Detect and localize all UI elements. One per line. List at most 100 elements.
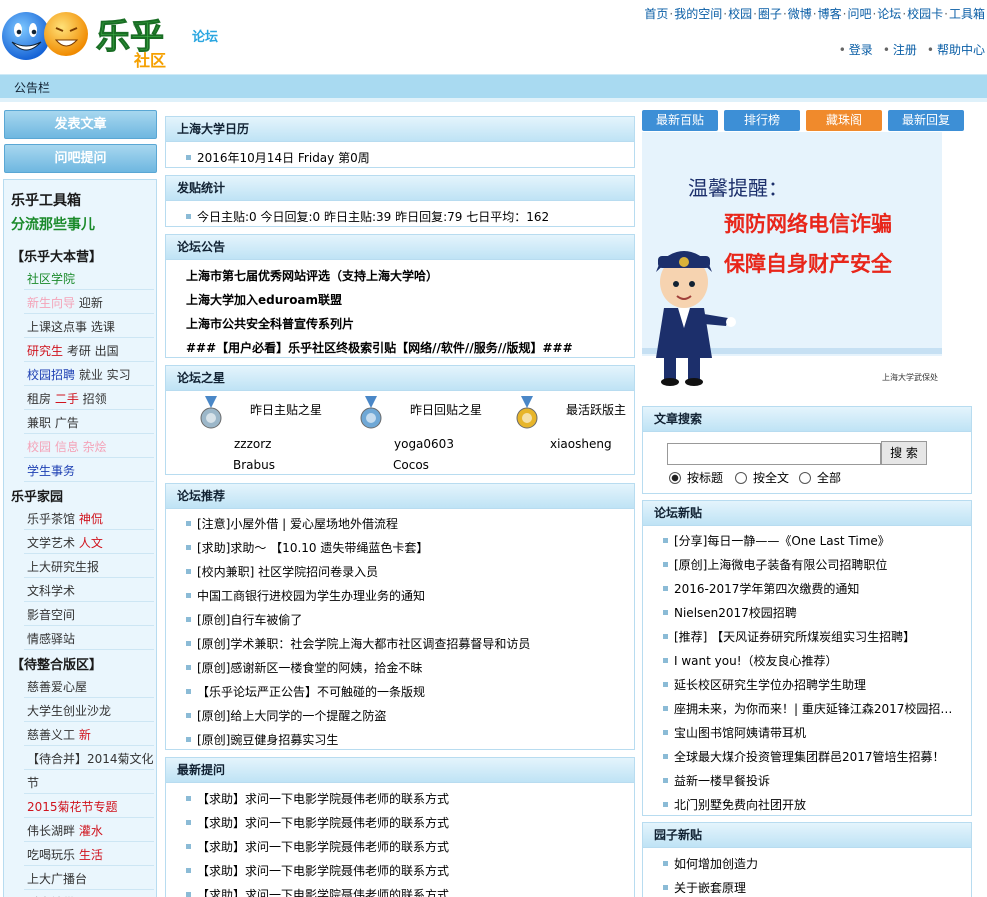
question-item-text: 【求助】求问一下电影学院聂伟老师的联系方式 xyxy=(197,888,450,897)
post-article-button[interactable]: 发表文章 xyxy=(4,110,157,139)
new-post-item[interactable]: 全球最大煤介投资管理集团群邑2017管培生招募！ xyxy=(663,748,963,765)
announcement-item[interactable]: 上海大学加入eduroam联盟 xyxy=(186,291,342,308)
new-post-item[interactable]: 益新一楼早餐投诉 xyxy=(663,772,963,789)
sidebar-item[interactable]: 新生向导 迎新 xyxy=(27,294,157,311)
sidebar-item[interactable]: 吃喝玩乐 生活 xyxy=(27,846,157,863)
sidebar-item[interactable]: 校园 信息 杂烩 xyxy=(27,438,157,455)
nav-link[interactable]: 我的空间 xyxy=(674,7,722,21)
new-post-item[interactable]: 宝山图书馆阿姨请带耳机 xyxy=(663,724,963,741)
nav-link[interactable]: 博客 xyxy=(818,7,842,21)
nav-link[interactable]: 微博 xyxy=(788,7,812,21)
sidebar-item[interactable]: 2015菊花节专题 xyxy=(27,798,157,815)
sidebar-item[interactable]: 上课这点事 选课 xyxy=(27,318,157,335)
toolbox-subtitle[interactable]: 分流那些事儿 xyxy=(11,214,95,234)
circle-post-item[interactable]: 关于嵌套原理 xyxy=(663,879,963,896)
search-input[interactable] xyxy=(667,443,881,465)
sidebar-item[interactable]: 学生事务 xyxy=(27,462,157,479)
radio-icon[interactable] xyxy=(669,471,681,484)
question-item[interactable]: 【求助】求问一下电影学院聂伟老师的联系方式 xyxy=(186,814,449,831)
question-item[interactable]: 【求助】求问一下电影学院聂伟老师的联系方式 xyxy=(186,862,449,879)
question-item[interactable]: 【求助】求问一下电影学院聂伟老师的联系方式 xyxy=(186,790,449,807)
site-logo[interactable]: 乐乎 社区 论坛 xyxy=(0,0,240,74)
recommend-item[interactable]: 中国工商银行进校园为学生办理业务的通知 xyxy=(186,587,425,604)
sidebar-item[interactable]: 慈善义工 新 xyxy=(27,726,157,743)
search-option[interactable]: 按标题 xyxy=(669,469,723,486)
search-option[interactable]: 全部 xyxy=(799,469,841,486)
sidebar-item[interactable]: 乐乎茶馆 神侃 xyxy=(27,510,157,527)
user-link[interactable]: 登录 xyxy=(849,43,873,57)
star-username[interactable]: Brabus xyxy=(233,458,275,472)
search-button[interactable]: 搜 索 xyxy=(881,441,927,465)
sidebar-item[interactable]: 慈善爱心屋 xyxy=(27,678,157,695)
forum-badge[interactable]: 论坛 xyxy=(192,26,218,45)
recommend-item[interactable]: [原创]感谢新区一楼食堂的阿姨，拾金不昧 xyxy=(186,659,422,676)
star-username[interactable]: yoga0603 xyxy=(394,437,454,451)
announcement-item[interactable]: 上海市第七届优秀网站评选（支持上海大学哈） xyxy=(186,267,438,284)
recommend-item[interactable]: 【乐乎论坛严正公告】不可触碰的一条版规 xyxy=(186,683,425,700)
article-search-panel: 文章搜索 搜 索 按标题 按全文 全部 xyxy=(642,406,972,494)
radio-icon[interactable] xyxy=(799,471,811,484)
sidebar-item[interactable]: 节 xyxy=(27,774,157,791)
new-post-item[interactable]: 座拥未来，为你而来！| 重庆延锋江森2017校园招聘火... xyxy=(663,700,963,717)
new-post-item[interactable]: [原创]上海微电子装备有限公司招聘职位 xyxy=(663,556,963,573)
sidebar-item[interactable]: 租房 二手 招领 xyxy=(27,390,157,407)
tab-0[interactable]: 最新百贴 xyxy=(642,110,718,131)
nav-link[interactable]: 首页 xyxy=(644,7,668,21)
tab-3[interactable]: 最新回复 xyxy=(888,110,964,131)
announcement-item[interactable]: ###【用户必看】乐乎社区终极索引贴【网络//软件//服务//版规】### xyxy=(186,339,573,356)
circle-post-item[interactable]: 如何增加创造力 xyxy=(663,855,963,872)
nav-link[interactable]: 校园 xyxy=(728,7,752,21)
sidebar-item[interactable]: 兼职 广告 xyxy=(27,414,157,431)
search-option[interactable]: 按全文 xyxy=(735,469,789,486)
new-post-item[interactable]: I want you!（校友良心推荐） xyxy=(663,652,963,669)
sidebar-item[interactable]: 文科学术 xyxy=(27,582,157,599)
new-post-item[interactable]: 北门别墅免费向社团开放 xyxy=(663,796,963,813)
star-username[interactable]: Cocos xyxy=(393,458,429,472)
sidebar-item[interactable]: 【待合并】2014菊文化 xyxy=(27,750,157,767)
nav-link[interactable]: 工具箱 xyxy=(949,7,985,21)
nav-link[interactable]: 论坛 xyxy=(877,7,901,21)
sidebar-divider xyxy=(24,889,154,890)
sidebar-item[interactable]: 影音空间 xyxy=(27,606,157,623)
ask-question-button[interactable]: 问吧提问 xyxy=(4,144,157,173)
sidebar-item[interactable]: 大学生创业沙龙 xyxy=(27,702,157,719)
new-post-item[interactable]: 2016-2017学年第四次缴费的通知 xyxy=(663,580,963,597)
sidebar-item-label: 灌水 xyxy=(78,824,103,838)
recommend-item[interactable]: [原创]给上大同学的一个提醒之防盗 xyxy=(186,707,386,724)
recommend-item-text: 中国工商银行进校园为学生办理业务的通知 xyxy=(197,589,426,603)
user-link[interactable]: 注册 xyxy=(893,43,917,57)
new-post-item[interactable]: Nielsen2017校园招聘 xyxy=(663,604,963,621)
sidebar-item[interactable]: 上大研究生报 xyxy=(27,558,157,575)
sidebar-item[interactable]: 文学艺术 人文 xyxy=(27,534,157,551)
sidebar-item[interactable]: 情感驿站 xyxy=(27,630,157,647)
banner-line1: 预防网络电信诈骗 xyxy=(724,212,892,236)
sidebar-item[interactable]: 伟长湖畔 灌水 xyxy=(27,822,157,839)
sidebar-item[interactable]: 研究生 考研 出国 xyxy=(27,342,157,359)
new-post-item[interactable]: [分享]每日一静——《One Last Time》 xyxy=(663,532,963,549)
sidebar-item[interactable]: 社区学院 xyxy=(27,270,157,287)
star-username[interactable]: zzzorz xyxy=(234,437,271,451)
radio-icon[interactable] xyxy=(735,471,747,484)
sidebar-item[interactable]: 校园招聘 就业 实习 xyxy=(27,366,157,383)
nav-link[interactable]: 问吧 xyxy=(847,7,871,21)
sidebar-item[interactable]: 上大广播台 xyxy=(27,870,157,887)
recommend-item[interactable]: [原创]自行车被偷了 xyxy=(186,611,302,628)
nav-link[interactable]: 校园卡 xyxy=(907,7,943,21)
fraud-warning-banner[interactable]: 温馨提醒： 预防网络电信诈骗 保障自身财产安全 上海大学武保处 xyxy=(642,132,942,390)
nav-link[interactable]: 圈子 xyxy=(758,7,782,21)
toolbox-title[interactable]: 乐乎工具箱 xyxy=(11,190,81,210)
recommend-item[interactable]: [校内兼职] 社区学院招问卷录入员 xyxy=(186,563,378,580)
question-item[interactable]: 【求助】求问一下电影学院聂伟老师的联系方式 xyxy=(186,838,449,855)
recommend-item[interactable]: [注意]小屋外借 | 爱心屋场地外借流程 xyxy=(186,515,398,532)
recommend-item[interactable]: [求助]求助～ 【10.10 遗失带绳蓝色卡套】 xyxy=(186,539,428,556)
tab-1[interactable]: 排行榜 xyxy=(724,110,800,131)
new-post-item[interactable]: 延长校区研究生学位办招聘学生助理 xyxy=(663,676,963,693)
star-username[interactable]: xiaosheng xyxy=(550,437,612,451)
new-post-item[interactable]: [推荐] 【天风证券研究所煤炭组实习生招聘】 xyxy=(663,628,963,645)
question-item[interactable]: 【求助】求问一下电影学院聂伟老师的联系方式 xyxy=(186,886,449,897)
user-link[interactable]: 帮助中心 xyxy=(937,43,985,57)
recommend-item[interactable]: [原创]豌豆健身招募实习生 xyxy=(186,731,338,748)
announcement-item[interactable]: 上海市公共安全科普宣传系列片 xyxy=(186,315,354,332)
recommend-item[interactable]: [原创]学术兼职：社会学院上海大都市社区调查招募督导和访员 xyxy=(186,635,530,652)
tab-2[interactable]: 藏珠阁 xyxy=(806,110,882,131)
